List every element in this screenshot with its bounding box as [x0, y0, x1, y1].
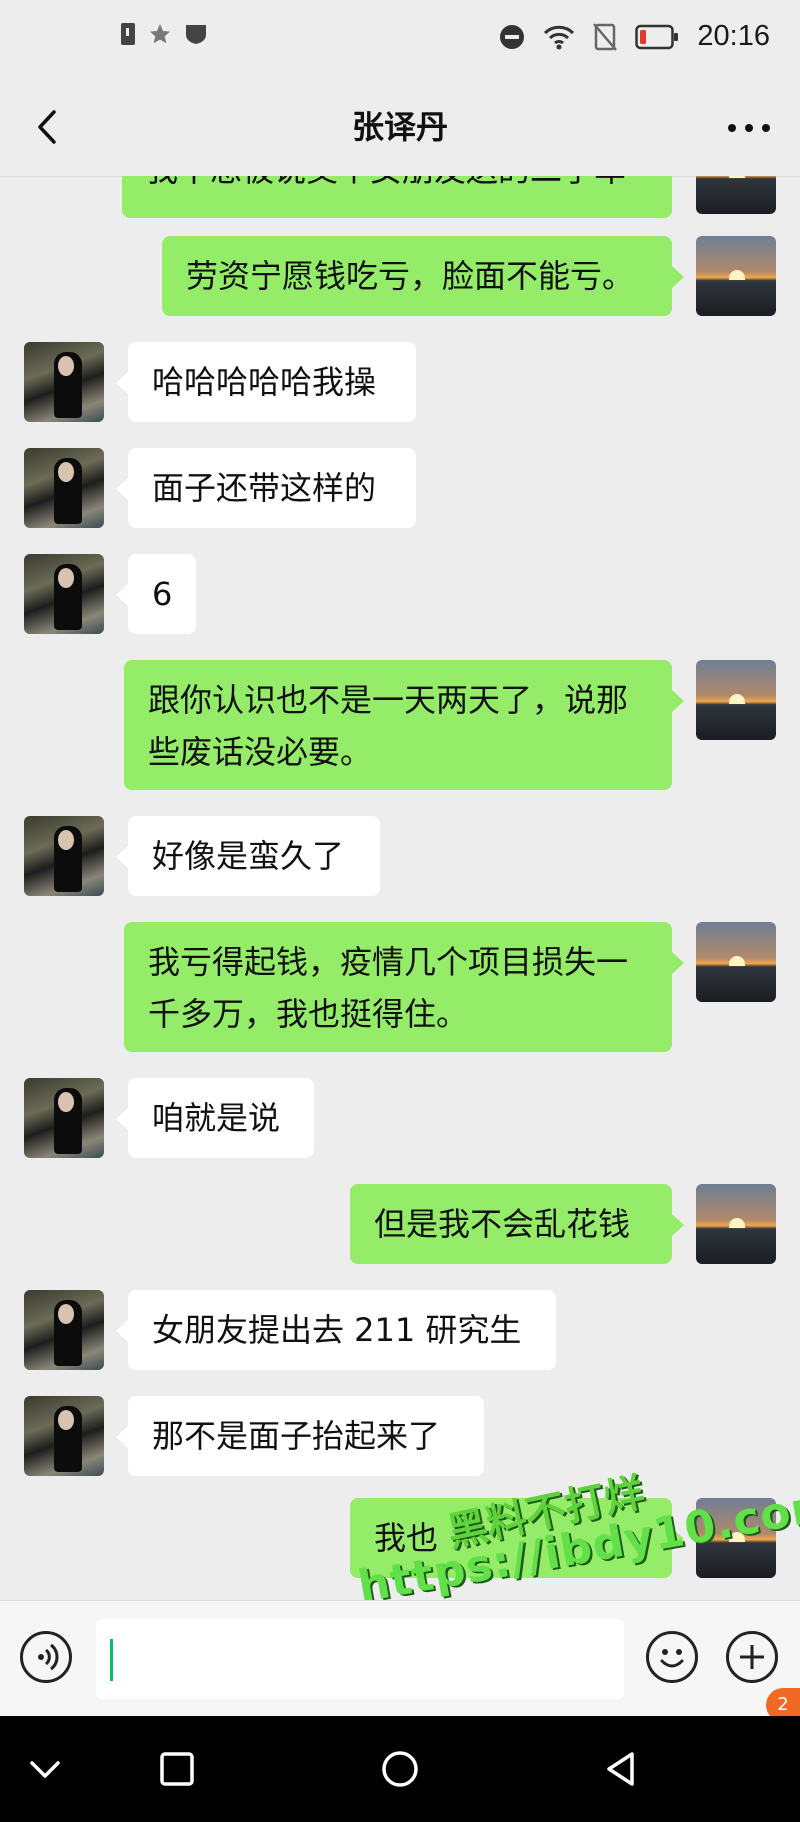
home-icon[interactable] — [377, 1746, 423, 1792]
message-text-line: 跟你认识也不是一天两天了，说那 — [148, 681, 629, 719]
nav-down-icon[interactable] — [22, 1746, 68, 1792]
plus-icon[interactable] — [726, 1631, 778, 1683]
message-text: 劳资宁愿钱吃亏，脸面不能亏。 — [186, 257, 635, 295]
my-avatar[interactable] — [696, 922, 776, 1002]
my-avatar[interactable] — [696, 660, 776, 740]
message-bubble-in[interactable]: 好像是蛮久了 — [116, 816, 380, 896]
message-bubble-out[interactable]: 我亏得起钱，疫情几个项目损失一 千多万，我也挺得住。 — [124, 922, 684, 1052]
wifi-icon — [544, 25, 575, 49]
dnd-icon — [500, 24, 525, 49]
message-bubble-out[interactable]: 但是我不会乱花钱 — [350, 1184, 684, 1264]
contact-avatar[interactable] — [24, 816, 104, 896]
text-cursor — [110, 1639, 113, 1681]
more-icon[interactable] — [728, 124, 770, 132]
message-bubble-in[interactable]: 面子还带这样的 — [116, 448, 416, 528]
message-list[interactable]: 我不想被说交个女朋友送的二手车 劳资宁愿钱吃亏，脸面不能亏。 哈哈哈哈哈我操 面… — [0, 176, 800, 1600]
message-bubble-in[interactable]: 6 — [116, 554, 196, 634]
voice-icon[interactable] — [20, 1631, 72, 1683]
message-text: 但是我不会乱花钱 — [374, 1205, 631, 1243]
status-time: 20:16 — [697, 20, 770, 52]
contact-avatar[interactable] — [24, 1078, 104, 1158]
message-bubble-in[interactable]: 哈哈哈哈哈我操 — [116, 342, 416, 422]
contact-avatar[interactable] — [24, 1396, 104, 1476]
contact-avatar[interactable] — [24, 342, 104, 422]
message-text: 6 — [152, 575, 173, 613]
input-bar — [0, 1600, 800, 1717]
message-bubble-in[interactable]: 女朋友提出去 211 研究生 — [116, 1290, 556, 1370]
message-text: 好像是蛮久了 — [152, 837, 345, 875]
contact-avatar[interactable] — [24, 1290, 104, 1370]
message-bubble-in[interactable]: 那不是面子抬起来了 — [116, 1396, 484, 1476]
message-text: 那不是面子抬起来了 — [152, 1417, 441, 1455]
my-avatar[interactable] — [696, 1184, 776, 1264]
message-text-line: 些废话没必要。 — [148, 733, 373, 771]
message-input[interactable] — [96, 1619, 624, 1699]
battery-icon — [635, 24, 679, 49]
system-nav-bar — [0, 1716, 800, 1822]
message-bubble-out[interactable]: 我不想被说交个女朋友送的二手车 — [122, 176, 672, 218]
message-bubble-out[interactable]: 劳资宁愿钱吃亏，脸面不能亏。 — [162, 236, 684, 316]
sim-icon — [121, 23, 135, 45]
message-text: 面子还带这样的 — [152, 469, 377, 507]
message-text: 女朋友提出去 211 研究生 — [152, 1311, 522, 1349]
my-avatar[interactable] — [696, 236, 776, 316]
contact-avatar[interactable] — [24, 554, 104, 634]
message-text: 我不想被说交个女朋友送的二手车 — [146, 176, 626, 189]
shield-icon — [186, 25, 206, 44]
status-bar: 20:16 — [0, 0, 800, 80]
message-text: 咱就是说 — [152, 1099, 281, 1137]
message-bubble-out[interactable]: 跟你认识也不是一天两天了，说那 些废话没必要。 — [124, 660, 684, 790]
contact-avatar[interactable] — [24, 448, 104, 528]
chat-title: 张译丹 — [351, 108, 448, 146]
my-avatar[interactable] — [696, 176, 776, 214]
recents-icon[interactable] — [154, 1746, 200, 1792]
message-text-line: 千多万，我也挺得住。 — [148, 995, 469, 1033]
emoji-icon[interactable] — [646, 1631, 698, 1683]
no-sim-icon — [593, 22, 618, 51]
back-triangle-icon[interactable] — [598, 1746, 644, 1792]
star-icon — [150, 24, 170, 44]
message-text: 哈哈哈哈哈我操 — [152, 363, 377, 401]
chat-header: 张译丹 — [0, 80, 800, 177]
message-bubble-in[interactable]: 咱就是说 — [116, 1078, 314, 1158]
message-text-line: 我亏得起钱，疫情几个项目损失一 — [148, 943, 629, 981]
